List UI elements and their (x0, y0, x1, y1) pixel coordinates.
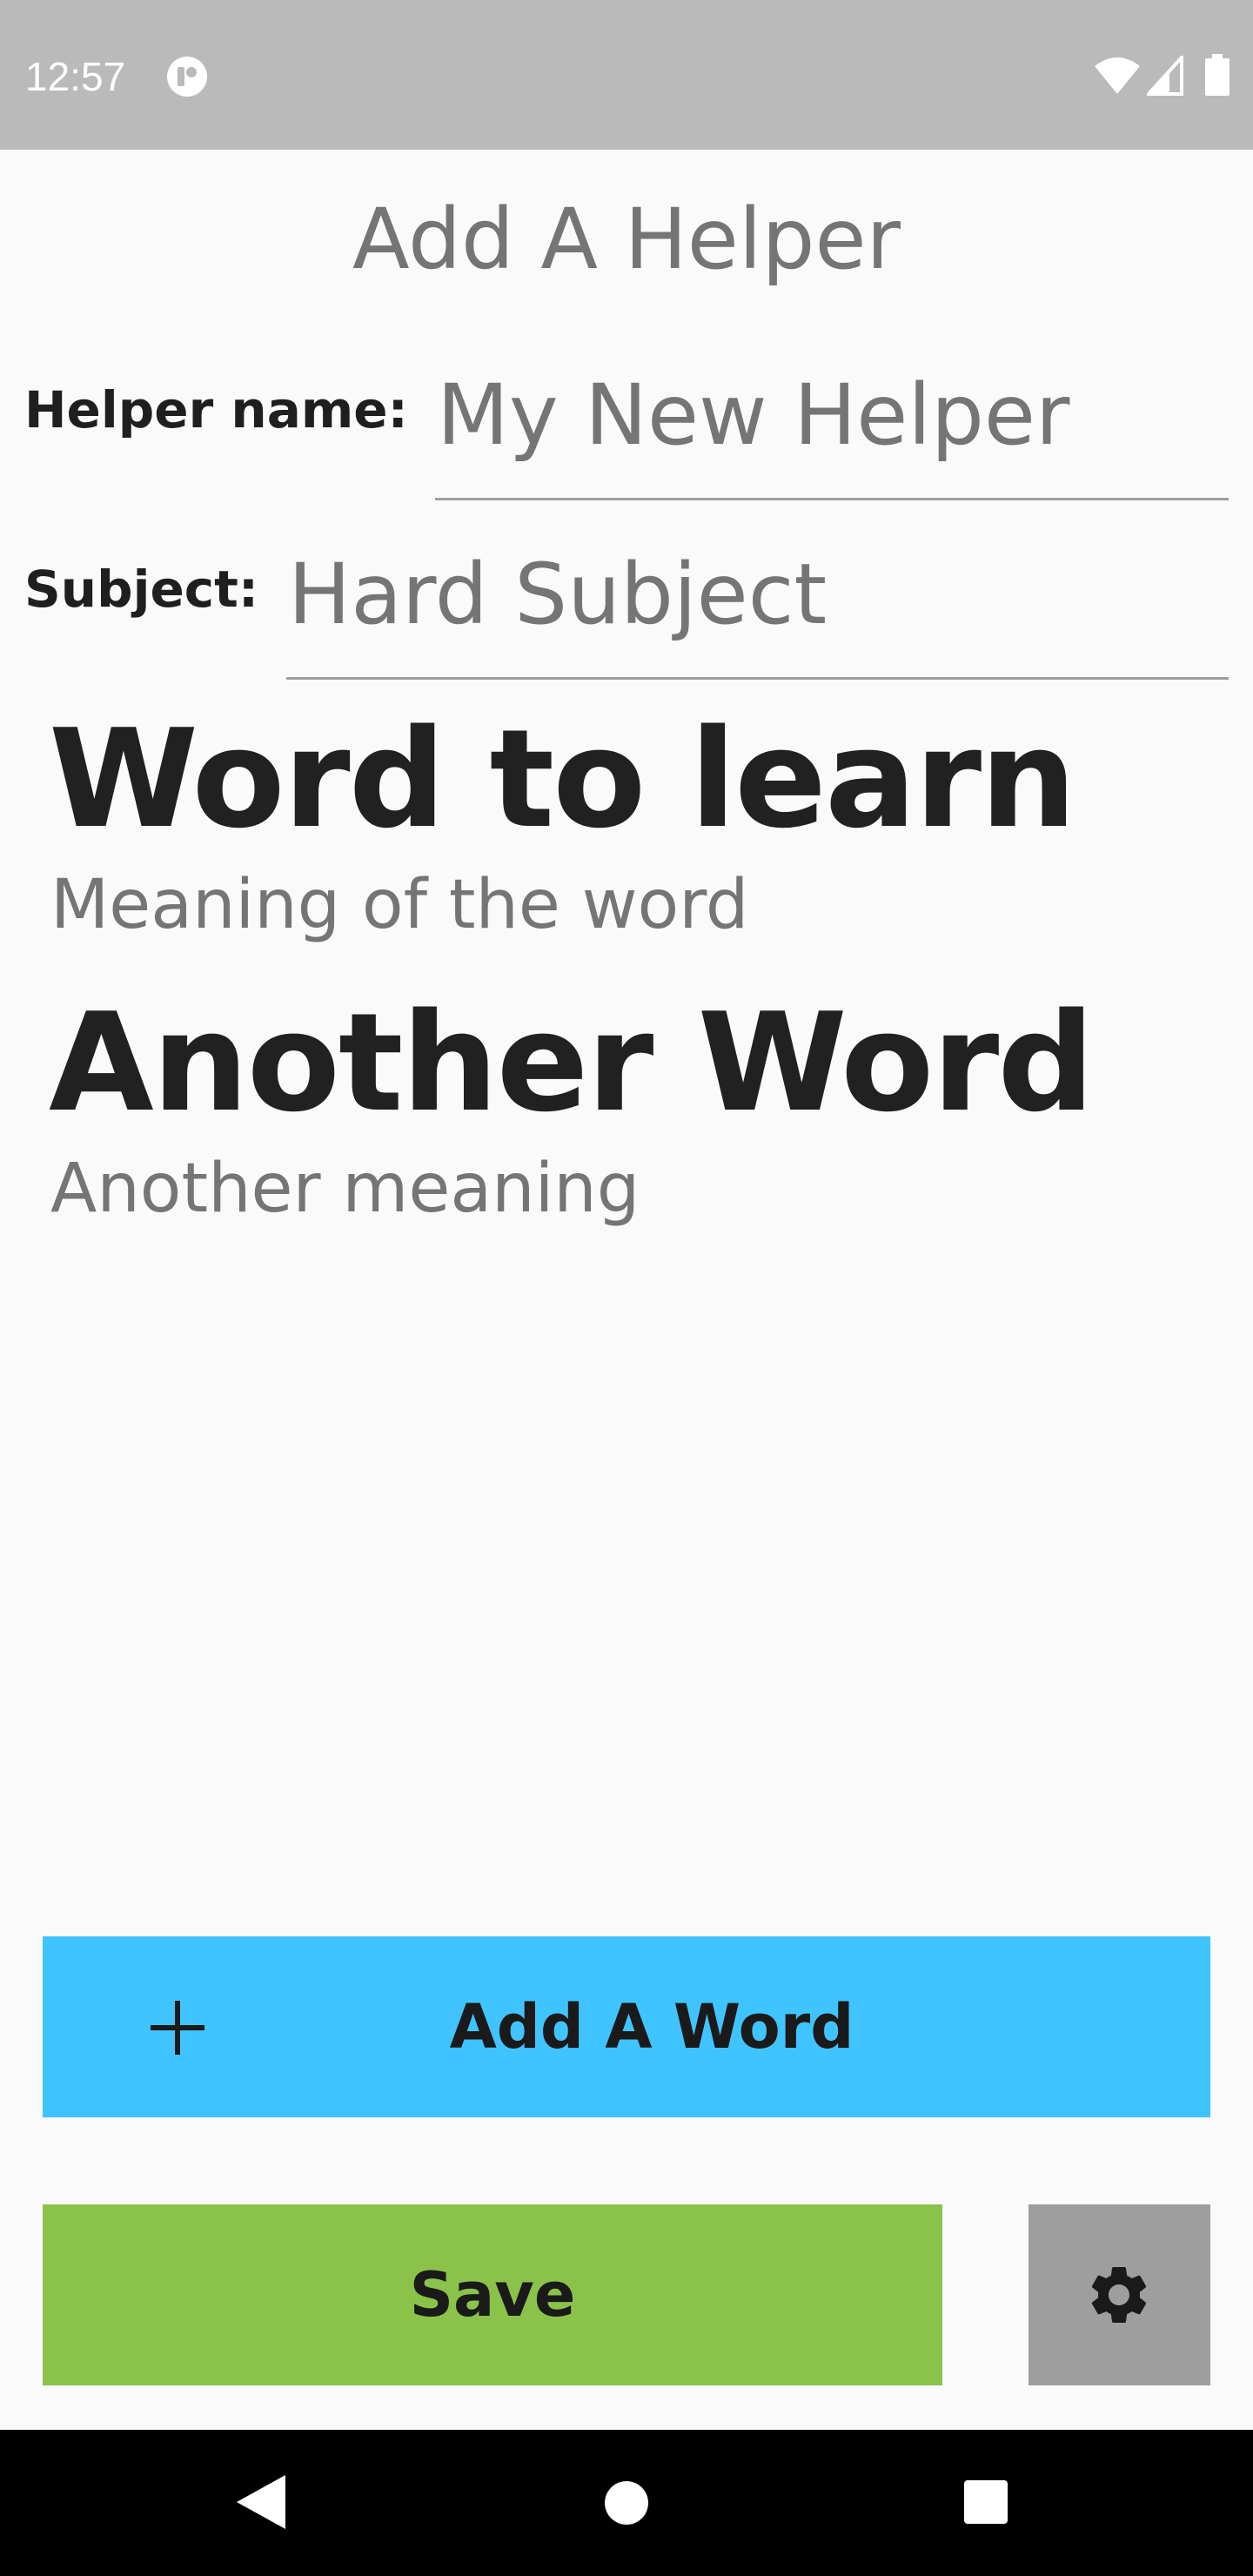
back-icon[interactable] (235, 2473, 287, 2531)
recents-icon[interactable] (964, 2480, 1008, 2524)
add-word-button[interactable]: Add A Word (43, 1936, 1210, 2117)
word-list: Word to learn Meaning of the word Anothe… (49, 696, 1215, 1264)
word-meaning: Meaning of the word (50, 866, 749, 944)
home-icon[interactable] (604, 2480, 649, 2526)
subject-input[interactable]: Hard Subject (286, 536, 1229, 680)
status-bar: 12:57 (0, 0, 1253, 150)
wifi-icon (1095, 57, 1140, 94)
status-time: 12:57 (25, 54, 126, 99)
helper-name-value: My New Helper (437, 366, 1070, 464)
battery-icon (1205, 54, 1230, 96)
word-term: Another Word (49, 983, 1095, 1142)
add-word-label: Add A Word (449, 1991, 854, 2063)
navigation-bar (0, 2430, 1253, 2576)
word-list-item[interactable]: Word to learn Meaning of the word (49, 696, 1215, 980)
word-meaning: Another meaning (50, 1150, 640, 1228)
helper-name-input[interactable]: My New Helper (435, 357, 1229, 500)
settings-button[interactable] (1029, 2204, 1210, 2385)
notification-icon (167, 57, 207, 97)
word-list-item[interactable]: Another Word Another meaning (49, 980, 1215, 1264)
helper-name-label: Helper name: (24, 380, 408, 439)
subject-label: Subject: (24, 560, 259, 619)
save-label: Save (409, 2259, 576, 2331)
gear-icon (1091, 2267, 1147, 2323)
subject-value: Hard Subject (288, 546, 828, 643)
save-button[interactable]: Save (43, 2204, 942, 2385)
signal-icon (1147, 56, 1183, 96)
page-title: Add A Helper (352, 191, 901, 288)
word-term: Word to learn (49, 700, 1076, 858)
